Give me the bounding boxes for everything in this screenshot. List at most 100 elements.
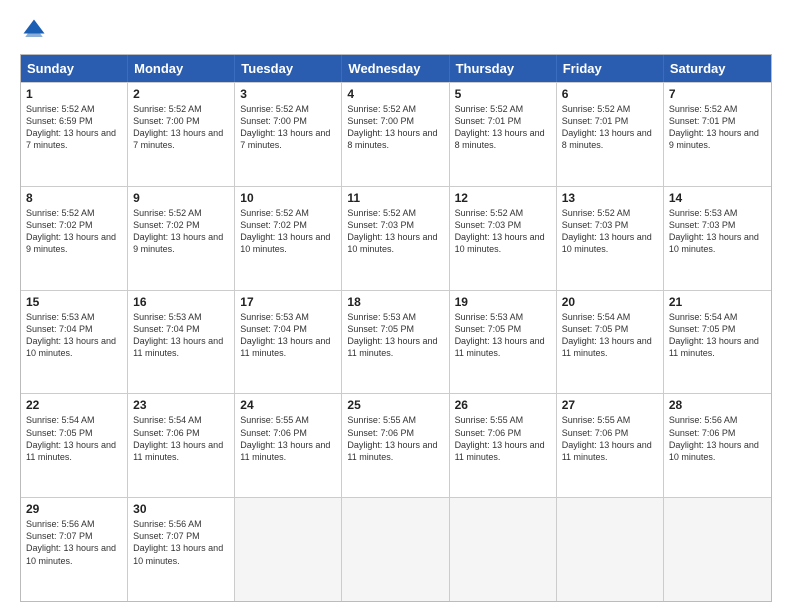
- calendar-cell: 18 Sunrise: 5:53 AM Sunset: 7:05 PM Dayli…: [342, 291, 449, 394]
- calendar-cell: 2 Sunrise: 5:52 AM Sunset: 7:00 PM Daylig…: [128, 83, 235, 186]
- calendar-cell: 7 Sunrise: 5:52 AM Sunset: 7:01 PM Daylig…: [664, 83, 771, 186]
- calendar-cell: 5Sunrise: 5:52 AM Sunset: 7:01 PM Daylig…: [450, 83, 557, 186]
- day-detail: Sunrise: 5:52 AM Sunset: 7:00 PM Dayligh…: [133, 103, 229, 152]
- day-number: 14: [669, 191, 766, 205]
- day-detail: Sunrise: 5:52 AM Sunset: 7:01 PM Dayligh…: [562, 103, 658, 152]
- header-cell-monday: Monday: [128, 55, 235, 82]
- day-detail: Sunrise: 5:53 AM Sunset: 7:04 PM Dayligh…: [133, 311, 229, 360]
- header-cell-friday: Friday: [557, 55, 664, 82]
- day-number: 27: [562, 398, 658, 412]
- calendar-cell: 10 Sunrise: 5:52 AM Sunset: 7:02 PM Dayli…: [235, 187, 342, 290]
- calendar-cell: [664, 498, 771, 601]
- day-number: 4: [347, 87, 443, 101]
- day-number: 11: [347, 191, 443, 205]
- calendar: SundayMondayTuesdayWednesdayThursdayFrid…: [20, 54, 772, 602]
- day-detail: Sunrise: 5:53 AM Sunset: 7:03 PM Dayligh…: [669, 207, 766, 256]
- day-detail: Sunrise: 5:53 AM Sunset: 7:04 PM Dayligh…: [240, 311, 336, 360]
- calendar-cell: 25 Sunrise: 5:55 AM Sunset: 7:06 PM Dayli…: [342, 394, 449, 497]
- day-detail: Sunrise: 5:52 AM Sunset: 7:00 PM Dayligh…: [347, 103, 443, 152]
- calendar-cell: 4 Sunrise: 5:52 AM Sunset: 7:00 PM Daylig…: [342, 83, 449, 186]
- calendar-cell: 11 Sunrise: 5:52 AM Sunset: 7:03 PM Dayli…: [342, 187, 449, 290]
- day-number: 6: [562, 87, 658, 101]
- day-number: 25: [347, 398, 443, 412]
- calendar-cell: 26 Sunrise: 5:55 AM Sunset: 7:06 PM Dayli…: [450, 394, 557, 497]
- calendar-cell: 27 Sunrise: 5:55 AM Sunset: 7:06 PM Dayli…: [557, 394, 664, 497]
- calendar-cell: 30 Sunrise: 5:56 AM Sunset: 7:07 PM Dayli…: [128, 498, 235, 601]
- day-number: 30: [133, 502, 229, 516]
- day-number: 2: [133, 87, 229, 101]
- day-number: 16: [133, 295, 229, 309]
- calendar-cell: 15 Sunrise: 5:53 AM Sunset: 7:04 PM Dayli…: [21, 291, 128, 394]
- calendar-row-1: 1 Sunrise: 5:52 AM Sunset: 6:59 PM Daylig…: [21, 82, 771, 186]
- calendar-cell: 21Sunrise: 5:54 AM Sunset: 7:05 PM Dayli…: [664, 291, 771, 394]
- day-number: 8: [26, 191, 122, 205]
- header-cell-sunday: Sunday: [21, 55, 128, 82]
- day-number: 9: [133, 191, 229, 205]
- day-number: 26: [455, 398, 551, 412]
- day-detail: Sunrise: 5:54 AM Sunset: 7:06 PM Dayligh…: [133, 414, 229, 463]
- day-detail: Sunrise: 5:52 AM Sunset: 7:02 PM Dayligh…: [133, 207, 229, 256]
- calendar-cell: 23 Sunrise: 5:54 AM Sunset: 7:06 PM Dayli…: [128, 394, 235, 497]
- day-number: 22: [26, 398, 122, 412]
- day-number: 13: [562, 191, 658, 205]
- day-detail: Sunrise: 5:52 AM Sunset: 6:59 PM Dayligh…: [26, 103, 122, 152]
- day-detail: Sunrise: 5:52 AM Sunset: 7:03 PM Dayligh…: [455, 207, 551, 256]
- day-detail: Sunrise: 5:52 AM Sunset: 7:02 PM Dayligh…: [26, 207, 122, 256]
- calendar-row-2: 8 Sunrise: 5:52 AM Sunset: 7:02 PM Daylig…: [21, 186, 771, 290]
- day-detail: Sunrise: 5:54 AM Sunset: 7:05 PM Dayligh…: [562, 311, 658, 360]
- calendar-cell: 3 Sunrise: 5:52 AM Sunset: 7:00 PM Daylig…: [235, 83, 342, 186]
- calendar-cell: 20 Sunrise: 5:54 AM Sunset: 7:05 PM Dayli…: [557, 291, 664, 394]
- calendar-cell: [450, 498, 557, 601]
- day-detail: Sunrise: 5:53 AM Sunset: 7:04 PM Dayligh…: [26, 311, 122, 360]
- calendar-cell: [557, 498, 664, 601]
- day-number: 3: [240, 87, 336, 101]
- day-number: 17: [240, 295, 336, 309]
- day-number: 29: [26, 502, 122, 516]
- page: SundayMondayTuesdayWednesdayThursdayFrid…: [0, 0, 792, 612]
- day-number: 7: [669, 87, 766, 101]
- calendar-row-3: 15 Sunrise: 5:53 AM Sunset: 7:04 PM Dayli…: [21, 290, 771, 394]
- header-cell-tuesday: Tuesday: [235, 55, 342, 82]
- day-detail: Sunrise: 5:55 AM Sunset: 7:06 PM Dayligh…: [562, 414, 658, 463]
- calendar-cell: 1 Sunrise: 5:52 AM Sunset: 6:59 PM Daylig…: [21, 83, 128, 186]
- day-detail: Sunrise: 5:52 AM Sunset: 7:02 PM Dayligh…: [240, 207, 336, 256]
- calendar-cell: 17 Sunrise: 5:53 AM Sunset: 7:04 PM Dayli…: [235, 291, 342, 394]
- calendar-cell: 24Sunrise: 5:55 AM Sunset: 7:06 PM Dayli…: [235, 394, 342, 497]
- day-number: 20: [562, 295, 658, 309]
- calendar-cell: 19Sunrise: 5:53 AM Sunset: 7:05 PM Dayli…: [450, 291, 557, 394]
- day-detail: Sunrise: 5:52 AM Sunset: 7:01 PM Dayligh…: [669, 103, 766, 152]
- calendar-cell: 8 Sunrise: 5:52 AM Sunset: 7:02 PM Daylig…: [21, 187, 128, 290]
- calendar-cell: 9 Sunrise: 5:52 AM Sunset: 7:02 PM Daylig…: [128, 187, 235, 290]
- day-detail: Sunrise: 5:55 AM Sunset: 7:06 PM Dayligh…: [455, 414, 551, 463]
- day-detail: Sunrise: 5:54 AM Sunset: 7:05 PM Dayligh…: [26, 414, 122, 463]
- day-number: 15: [26, 295, 122, 309]
- header: [20, 16, 772, 44]
- day-detail: Sunrise: 5:52 AM Sunset: 7:00 PM Dayligh…: [240, 103, 336, 152]
- calendar-cell: 28Sunrise: 5:56 AM Sunset: 7:06 PM Dayli…: [664, 394, 771, 497]
- day-detail: Sunrise: 5:56 AM Sunset: 7:07 PM Dayligh…: [26, 518, 122, 567]
- calendar-row-4: 22 Sunrise: 5:54 AM Sunset: 7:05 PM Dayli…: [21, 393, 771, 497]
- calendar-cell: [235, 498, 342, 601]
- day-number: 10: [240, 191, 336, 205]
- day-number: 28: [669, 398, 766, 412]
- calendar-body: 1 Sunrise: 5:52 AM Sunset: 6:59 PM Daylig…: [21, 82, 771, 601]
- day-detail: Sunrise: 5:52 AM Sunset: 7:03 PM Dayligh…: [347, 207, 443, 256]
- calendar-cell: 22 Sunrise: 5:54 AM Sunset: 7:05 PM Dayli…: [21, 394, 128, 497]
- header-cell-wednesday: Wednesday: [342, 55, 449, 82]
- header-cell-saturday: Saturday: [664, 55, 771, 82]
- day-number: 18: [347, 295, 443, 309]
- day-detail: Sunrise: 5:52 AM Sunset: 7:01 PM Dayligh…: [455, 103, 551, 152]
- day-number: 1: [26, 87, 122, 101]
- day-number: 23: [133, 398, 229, 412]
- day-detail: Sunrise: 5:53 AM Sunset: 7:05 PM Dayligh…: [347, 311, 443, 360]
- calendar-cell: 16 Sunrise: 5:53 AM Sunset: 7:04 PM Dayli…: [128, 291, 235, 394]
- day-detail: Sunrise: 5:55 AM Sunset: 7:06 PM Dayligh…: [347, 414, 443, 463]
- logo-icon: [20, 16, 48, 44]
- day-detail: Sunrise: 5:55 AM Sunset: 7:06 PM Dayligh…: [240, 414, 336, 463]
- calendar-cell: 12Sunrise: 5:52 AM Sunset: 7:03 PM Dayli…: [450, 187, 557, 290]
- calendar-cell: 29 Sunrise: 5:56 AM Sunset: 7:07 PM Dayli…: [21, 498, 128, 601]
- calendar-header: SundayMondayTuesdayWednesdayThursdayFrid…: [21, 55, 771, 82]
- day-detail: Sunrise: 5:56 AM Sunset: 7:07 PM Dayligh…: [133, 518, 229, 567]
- calendar-cell: 6 Sunrise: 5:52 AM Sunset: 7:01 PM Daylig…: [557, 83, 664, 186]
- day-detail: Sunrise: 5:54 AM Sunset: 7:05 PM Dayligh…: [669, 311, 766, 360]
